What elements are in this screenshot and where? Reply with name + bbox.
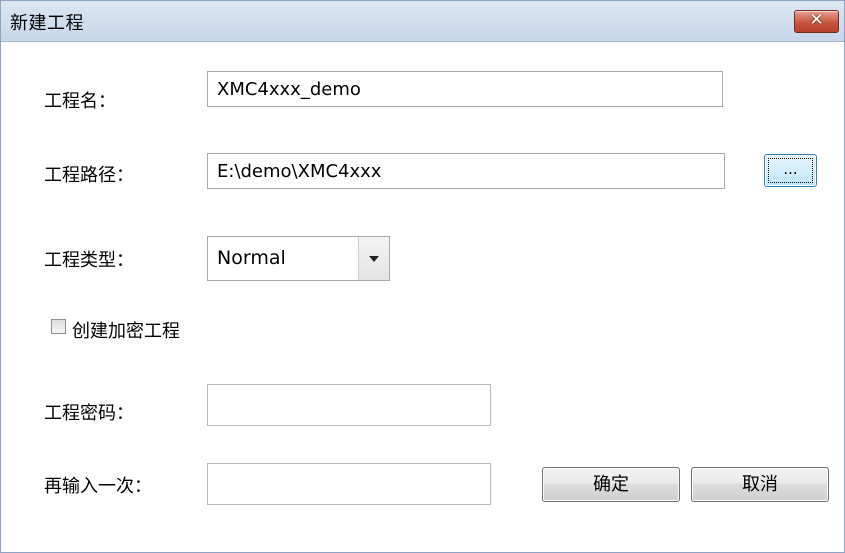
project-name-label: 工程名：: [44, 91, 116, 112]
cancel-button[interactable]: 取消: [691, 467, 829, 502]
encrypt-project-checkbox[interactable]: [51, 319, 66, 334]
project-type-label: 工程类型：: [44, 250, 134, 271]
close-icon: ✕: [809, 10, 824, 30]
confirm-password-label: 再输入一次：: [44, 476, 152, 497]
password-input[interactable]: [207, 384, 491, 426]
project-path-value: E:\demo\XMC4xxx: [217, 161, 382, 182]
confirm-password-input[interactable]: [207, 463, 491, 505]
ok-button[interactable]: 确定: [542, 467, 680, 502]
project-type-value: Normal: [217, 247, 286, 269]
project-path-label: 工程路径：: [44, 165, 134, 186]
dialog-title: 新建工程: [10, 13, 84, 34]
project-name-input[interactable]: XMC4xxx_demo: [207, 71, 723, 107]
browse-button[interactable]: ...: [764, 154, 817, 187]
encrypt-project-label[interactable]: 创建加密工程: [72, 317, 180, 343]
title-bar: 新建工程 ✕: [1, 1, 844, 42]
close-button[interactable]: ✕: [794, 10, 839, 33]
project-name-value: XMC4xxx_demo: [217, 79, 361, 100]
browse-button-label: ...: [768, 158, 813, 183]
new-project-dialog: 新建工程 ✕ 工程名： XMC4xxx_demo 工程路径： E:\demo\X…: [0, 0, 845, 553]
project-type-select[interactable]: Normal: [207, 236, 390, 281]
project-path-input[interactable]: E:\demo\XMC4xxx: [207, 153, 725, 189]
project-type-dropdown-button[interactable]: [358, 237, 389, 280]
chevron-down-icon: [369, 256, 379, 262]
password-label: 工程密码：: [44, 403, 134, 424]
